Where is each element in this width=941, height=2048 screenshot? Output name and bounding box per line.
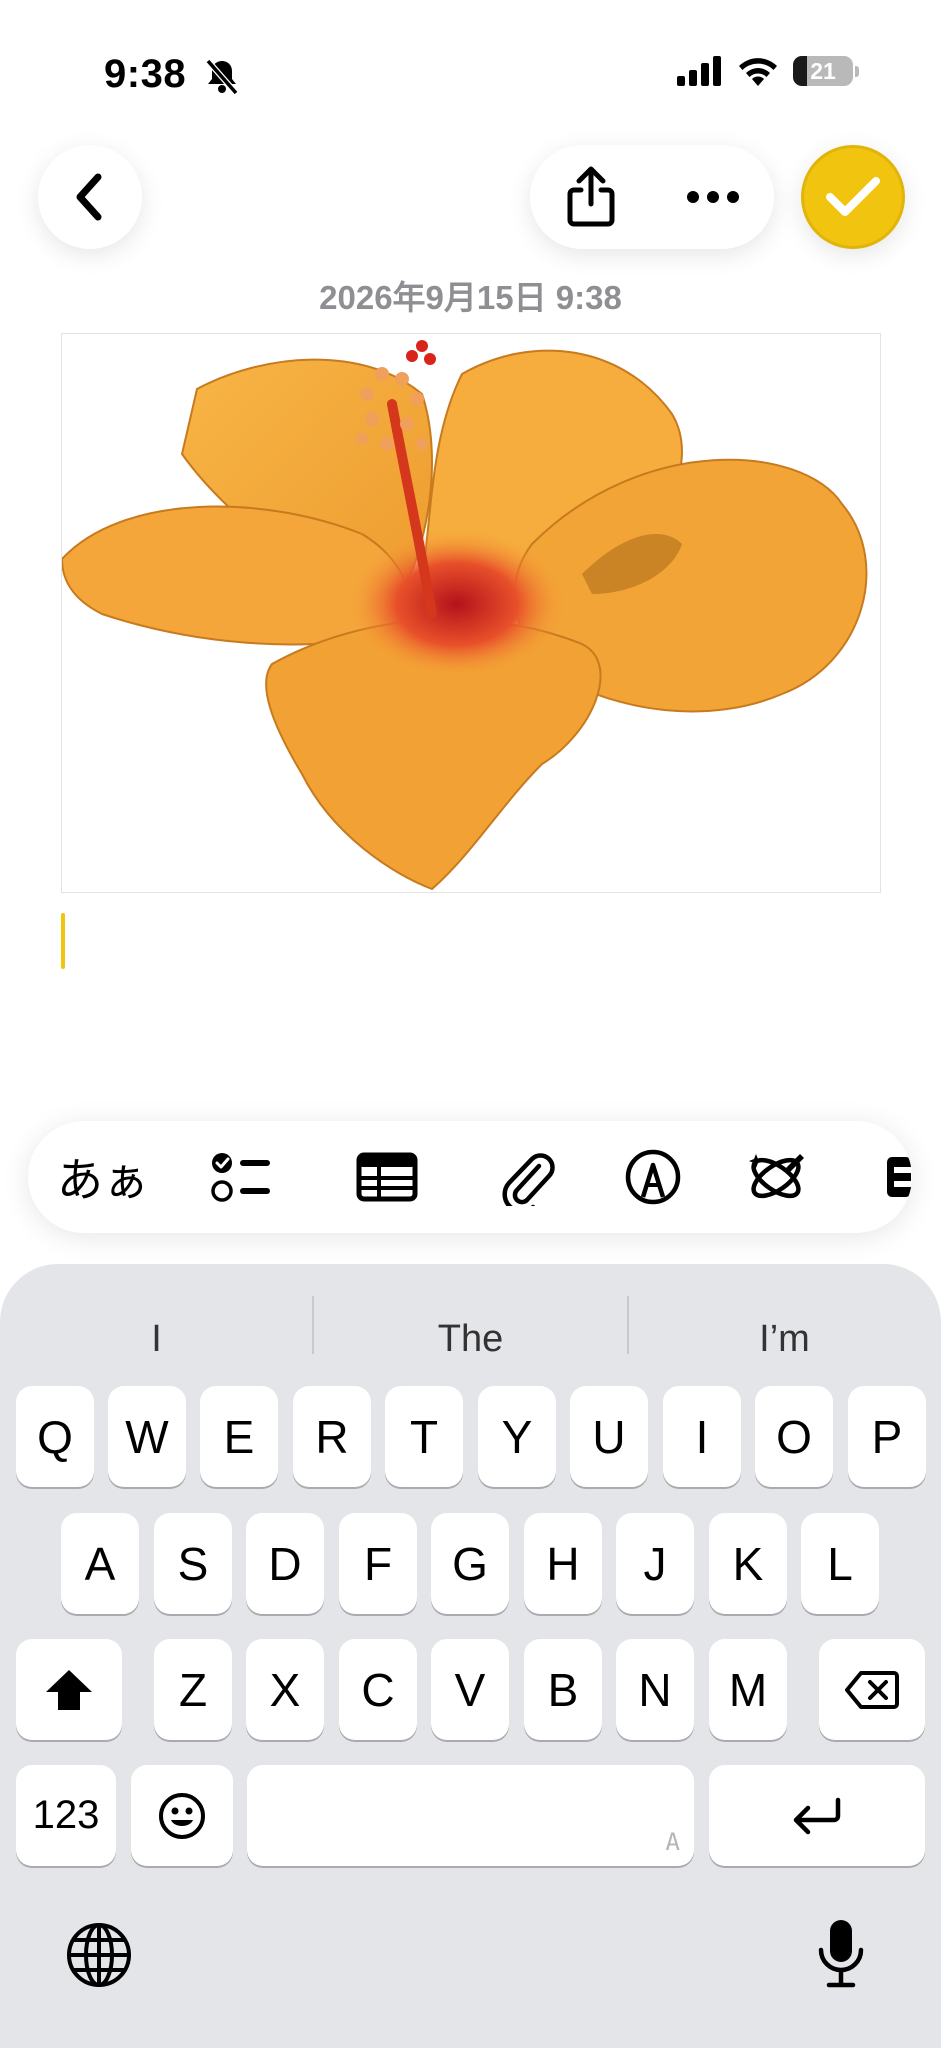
checkmark-icon	[826, 177, 880, 216]
more-tools-icon	[887, 1157, 912, 1197]
chevron-left-icon	[76, 173, 102, 221]
format-toolbar: あぁ	[28, 1121, 912, 1233]
checklist-button[interactable]	[208, 1147, 274, 1207]
note-image[interactable]	[60, 333, 881, 893]
key-x[interactable]: X	[246, 1639, 324, 1740]
numbers-key[interactable]: 123	[16, 1765, 116, 1866]
key-k[interactable]: K	[709, 1513, 787, 1614]
markup-icon	[625, 1149, 681, 1205]
cellular-signal-icon	[677, 56, 721, 86]
table-icon	[356, 1152, 418, 1202]
suggestion-2[interactable]: The	[314, 1304, 627, 1374]
battery-level: 21	[810, 57, 836, 84]
dictation-key[interactable]	[806, 1914, 876, 1994]
key-b[interactable]: B	[524, 1639, 602, 1740]
share-button[interactable]	[541, 147, 641, 247]
emoji-key[interactable]	[131, 1765, 233, 1866]
attachment-icon	[502, 1153, 555, 1206]
table-button[interactable]	[354, 1147, 420, 1207]
key-e[interactable]: E	[200, 1386, 278, 1487]
writing-tools-button[interactable]	[744, 1147, 810, 1207]
space-bar-hint: A	[665, 1828, 680, 1856]
shift-key[interactable]	[16, 1639, 122, 1740]
key-v[interactable]: V	[431, 1639, 509, 1740]
battery-icon: 21	[793, 56, 853, 86]
key-u[interactable]: U	[570, 1386, 648, 1487]
key-j[interactable]: J	[616, 1513, 694, 1614]
key-a[interactable]: A	[61, 1513, 139, 1614]
text-cursor	[61, 913, 65, 969]
key-q[interactable]: Q	[16, 1386, 94, 1487]
key-h[interactable]: H	[524, 1513, 602, 1614]
globe-icon	[67, 1923, 131, 1987]
key-y[interactable]: Y	[478, 1386, 556, 1487]
bell-slash-icon	[205, 59, 239, 95]
key-s[interactable]: S	[154, 1513, 232, 1614]
key-p[interactable]: P	[848, 1386, 926, 1487]
emoji-icon	[159, 1792, 205, 1839]
key-w[interactable]: W	[108, 1386, 186, 1487]
delete-backspace-icon	[845, 1670, 899, 1709]
key-n[interactable]: N	[616, 1639, 694, 1740]
return-key[interactable]	[709, 1765, 925, 1866]
key-z[interactable]: Z	[154, 1639, 232, 1740]
key-t[interactable]: T	[385, 1386, 463, 1487]
checklist-icon	[211, 1153, 270, 1202]
key-d[interactable]: D	[246, 1513, 324, 1614]
key-g[interactable]: G	[431, 1513, 509, 1614]
suggestion-3[interactable]: I’m	[628, 1304, 941, 1374]
key-o[interactable]: O	[755, 1386, 833, 1487]
attachment-button[interactable]	[494, 1147, 560, 1207]
space-bar[interactable]: A	[247, 1765, 694, 1866]
keyboard: I The I’m Q W E R T Y U I O P A S D F G …	[0, 1264, 941, 2048]
text-format-label: あぁ	[57, 1154, 149, 1206]
toolbar-overflow-icon[interactable]	[884, 1147, 912, 1207]
back-button[interactable]	[38, 145, 142, 249]
note-timestamp: 2026年9月15日 9:38	[319, 279, 622, 316]
shift-arrow-icon	[46, 1669, 92, 1710]
globe-key[interactable]	[64, 1920, 134, 1990]
text-format-button[interactable]: あぁ	[54, 1147, 152, 1207]
hibiscus-flower-image	[60, 340, 868, 891]
key-i[interactable]: I	[663, 1386, 741, 1487]
actions-pill	[530, 145, 774, 249]
key-c[interactable]: C	[339, 1639, 417, 1740]
wifi-icon	[739, 58, 777, 86]
suggestion-1[interactable]: I	[0, 1304, 313, 1374]
done-button[interactable]	[801, 145, 905, 249]
key-f[interactable]: F	[339, 1513, 417, 1614]
more-button[interactable]	[663, 147, 763, 247]
microphone-icon	[818, 1920, 864, 1988]
ellipsis-icon	[687, 191, 739, 203]
status-time: 9:38	[104, 52, 187, 96]
key-l[interactable]: L	[801, 1513, 879, 1614]
status-indicators: 21	[677, 56, 859, 86]
share-icon	[567, 166, 615, 227]
markup-button[interactable]	[620, 1147, 686, 1207]
delete-key[interactable]	[819, 1639, 925, 1740]
key-m[interactable]: M	[709, 1639, 787, 1740]
key-r[interactable]: R	[293, 1386, 371, 1487]
return-arrow-icon	[793, 1797, 841, 1834]
writing-tools-icon	[749, 1154, 804, 1199]
